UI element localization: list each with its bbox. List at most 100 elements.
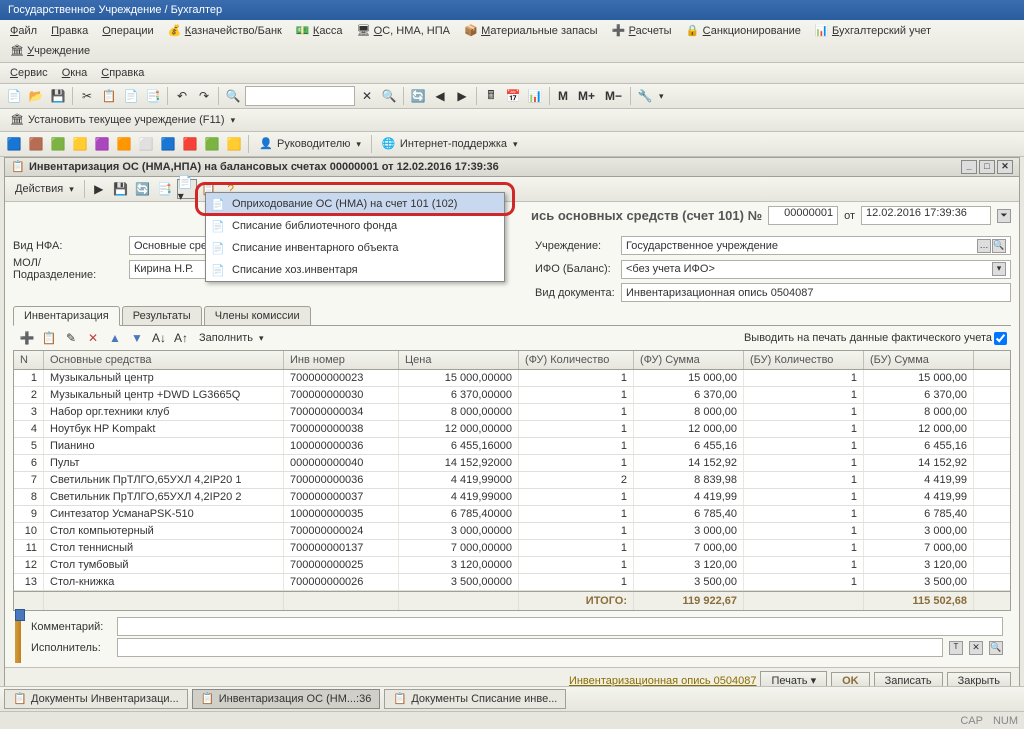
set-institution-button[interactable]: 🏛 Установить текущее учреждение (F11) ▾ [4,111,241,129]
select-button[interactable]: … [977,239,991,253]
search-go-icon[interactable]: 🔍 [379,86,399,106]
clear-search-icon[interactable]: ✕ [357,86,377,106]
close-button[interactable]: ✕ [997,160,1013,174]
executor-open-button[interactable]: 🔍 [989,641,1003,655]
tab-2[interactable]: Члены комиссии [204,306,311,325]
menu-Справка[interactable]: Справка [95,65,150,81]
popup-item-spisanie-bib[interactable]: 📄 Списание библиотечного фонда [206,215,504,237]
menu-Санкционирование[interactable]: 🔒 Санкционирование [680,22,807,40]
menu-Правка[interactable]: Правка [45,23,94,39]
search-input[interactable] [245,86,355,106]
memory-mplus[interactable]: M+ [574,86,599,106]
delete-row-icon[interactable]: ✕ [83,328,103,348]
new-icon[interactable]: 📄 [4,86,24,106]
open-button[interactable]: 🔍 [992,239,1006,253]
table-row[interactable]: 8Светильник ПрТЛГО,65УХЛ 4,2IP20 2700000… [14,489,1010,506]
qa-icon-7[interactable]: ⬜ [136,134,156,154]
move-down-icon[interactable]: ▼ [127,328,147,348]
sort-asc-icon[interactable]: A↓ [149,328,169,348]
col-header[interactable]: (БУ) Сумма [864,351,974,369]
menu-Учреждение[interactable]: 🏛 Учреждение [4,42,96,60]
menu-Расчеты[interactable]: ➕ Расчеты [606,22,678,40]
nav-fwd-icon[interactable]: ▶ [452,86,472,106]
menu-Касса[interactable]: 💵 Касса [290,22,349,40]
uchr-field[interactable]: Государственное учреждение …🔍 [621,236,1011,255]
executor-input[interactable] [117,638,943,657]
col-header[interactable]: (ФУ) Количество [519,351,634,369]
qa-icon-1[interactable]: 🟦 [4,134,24,154]
menu-Окна[interactable]: Окна [56,65,94,81]
search-icon[interactable]: 🔍 [223,86,243,106]
qa-icon-4[interactable]: 🟨 [70,134,90,154]
calc-icon[interactable]: 🖩 [481,86,501,106]
basis-icon[interactable]: 📑 [155,179,175,199]
menu-Файл[interactable]: Файл [4,23,43,39]
tab-0[interactable]: Инвентаризация [13,306,120,326]
qa-icon-8[interactable]: 🟦 [158,134,178,154]
calendar-icon[interactable]: 📅 [503,86,523,106]
copy-icon[interactable]: 📋 [99,86,119,106]
table-row[interactable]: 2Музыкальный центр +DWD LG3665Q700000000… [14,387,1010,404]
taskbar-item-2[interactable]: 📋Документы Списание инве... [384,689,566,709]
table-row[interactable]: 1Музыкальный центр70000000002315 000,000… [14,370,1010,387]
comment-input[interactable] [117,617,1003,636]
date-picker-button[interactable]: ⏷ [997,209,1011,223]
col-header[interactable]: Основные средства [44,351,284,369]
actions-button[interactable]: Действия ▾ [9,181,80,197]
menu-Операции[interactable]: Операции [96,23,159,39]
qa-icon-2[interactable]: 🟫 [26,134,46,154]
post-icon[interactable]: ▶ [89,179,109,199]
menu-Казначейство/Банк[interactable]: 💰 Казначейство/Банк [162,22,288,40]
table-row[interactable]: 13Стол-книжка7000000000263 500,0000013 5… [14,574,1010,591]
open-icon[interactable]: 📂 [26,86,46,106]
table-row[interactable]: 11Стол теннисный7000000001377 000,000001… [14,540,1010,557]
save-icon[interactable]: 💾 [48,86,68,106]
reread-icon[interactable]: 🔄 [133,179,153,199]
col-header[interactable]: (БУ) Количество [744,351,864,369]
report-icon[interactable]: 📊 [525,86,545,106]
table-row[interactable]: 9Синтезатор УсманаPSK-5101000000000356 7… [14,506,1010,523]
paste-special-icon[interactable]: 📑 [143,86,163,106]
executor-select-button[interactable]: T [949,641,963,655]
table-row[interactable]: 12Стол тумбовый7000000000253 120,0000013… [14,557,1010,574]
taskbar-item-0[interactable]: 📋Документы Инвентаризаци... [4,689,188,709]
qa-icon-10[interactable]: 🟩 [202,134,222,154]
refresh-icon[interactable]: 🔄 [408,86,428,106]
table-row[interactable]: 5Пианино1000000000366 455,1600016 455,16… [14,438,1010,455]
qa-icon-5[interactable]: 🟪 [92,134,112,154]
support-button[interactable]: 🌐 Интернет-поддержка ▾ [376,135,524,153]
add-row-icon[interactable]: ➕ [17,328,37,348]
undo-icon[interactable]: ↶ [172,86,192,106]
redo-icon[interactable]: ↷ [194,86,214,106]
dropdown-button[interactable]: ▾ [992,262,1006,276]
print-form-link[interactable]: Инвентаризационная опись 0504087 [569,675,757,687]
col-header[interactable]: Инв номер [284,351,399,369]
doc-number-field[interactable]: 00000001 [768,206,838,225]
table-row[interactable]: 4Ноутбук HP Kompakt70000000003812 000,00… [14,421,1010,438]
col-header[interactable]: Цена [399,351,519,369]
col-header[interactable]: (ФУ) Сумма [634,351,744,369]
memory-mminus[interactable]: M− [601,86,626,106]
paste-icon[interactable]: 📄 [121,86,141,106]
table-row[interactable]: 7Светильник ПрТЛГО,65УХЛ 4,2IP20 1700000… [14,472,1010,489]
viddoc-field[interactable]: Инвентаризационная опись 0504087 [621,283,1011,302]
memory-m[interactable]: M [554,86,572,106]
edit-row-icon[interactable]: ✎ [61,328,81,348]
menu-Сервис[interactable]: Сервис [4,65,54,81]
print-checkbox[interactable] [994,332,1007,345]
tools-icon[interactable]: 🔧 [635,86,655,106]
chevron-down-icon[interactable]: ▾ [659,91,664,102]
save-doc-icon[interactable]: 💾 [111,179,131,199]
move-up-icon[interactable]: ▲ [105,328,125,348]
leader-button[interactable]: 👤 Руководителю ▾ [253,135,367,153]
drag-handle-icon[interactable] [15,609,25,621]
popup-item-oprihodovanie[interactable]: 📄 Оприходование ОС (НМА) на счет 101 (10… [206,193,504,215]
create-based-icon[interactable]: 📄▾ [177,179,197,199]
table-row[interactable]: 6Пульт00000000004014 152,92000114 152,92… [14,455,1010,472]
tab-1[interactable]: Результаты [122,306,202,325]
nav-back-icon[interactable]: ◀ [430,86,450,106]
fill-button[interactable]: Заполнить ▾ [193,330,270,346]
doc-date-field[interactable]: 12.02.2016 17:39:36 [861,206,991,225]
qa-icon-3[interactable]: 🟩 [48,134,68,154]
executor-clear-button[interactable]: ✕ [969,641,983,655]
